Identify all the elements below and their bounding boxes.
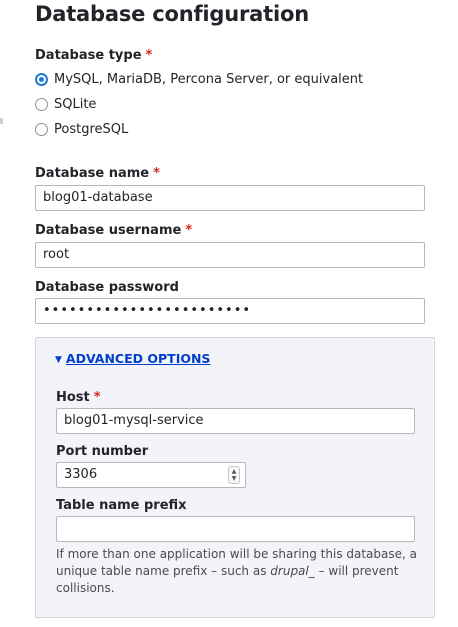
radio-option-sqlite-label: SQLite xyxy=(54,96,97,112)
required-marker: * xyxy=(93,390,101,405)
database-username-input[interactable]: root xyxy=(35,242,425,268)
number-stepper[interactable]: ▲ ▼ xyxy=(228,466,240,484)
radio-button[interactable] xyxy=(35,122,48,136)
left-edge-marker xyxy=(0,118,3,124)
required-marker: * xyxy=(185,223,193,238)
radio-button[interactable] xyxy=(35,97,48,111)
required-marker: * xyxy=(145,48,153,63)
description-example-prefix: drupal_ xyxy=(270,564,315,578)
database-name-label-text: Database name xyxy=(35,166,150,181)
host-label-text: Host xyxy=(56,390,90,405)
database-configuration-page: Database configuration Database type * My… xyxy=(0,0,458,627)
stepper-up-icon[interactable]: ▲ xyxy=(232,468,237,475)
database-name-input[interactable]: blog01-database xyxy=(35,185,425,211)
table-prefix-input[interactable] xyxy=(56,516,415,542)
table-prefix-description: If more than one application will be sha… xyxy=(56,546,422,597)
database-type-label-text: Database type xyxy=(35,48,142,63)
triangle-down-icon: ▼ xyxy=(55,355,62,365)
advanced-options-toggle-label: ADVANCED OPTIONS xyxy=(65,351,211,366)
radio-option-mysql[interactable]: MySQL, MariaDB, Percona Server, or equiv… xyxy=(35,70,363,88)
port-number-input[interactable]: 3306 ▲ ▼ xyxy=(56,462,246,488)
database-username-label-text: Database username xyxy=(35,223,182,238)
host-label: Host * xyxy=(56,390,101,405)
port-number-label: Port number xyxy=(56,444,149,459)
stepper-down-icon[interactable]: ▼ xyxy=(232,475,237,482)
radio-option-mysql-label: MySQL, MariaDB, Percona Server, or equiv… xyxy=(54,71,364,87)
table-prefix-label: Table name prefix xyxy=(56,498,187,513)
database-name-label: Database name * xyxy=(35,166,160,181)
advanced-options-toggle[interactable]: ▼ ADVANCED OPTIONS xyxy=(55,351,210,366)
radio-button-checked[interactable] xyxy=(35,72,48,86)
database-password-label: Database password xyxy=(35,280,179,295)
radio-option-postgresql[interactable]: PostgreSQL xyxy=(35,120,128,138)
radio-option-postgresql-label: PostgreSQL xyxy=(54,121,129,137)
database-type-label: Database type * xyxy=(35,48,152,63)
page-title: Database configuration xyxy=(35,2,309,26)
radio-option-sqlite[interactable]: SQLite xyxy=(35,95,96,113)
port-number-value: 3306 xyxy=(64,467,98,482)
required-marker: * xyxy=(153,166,160,181)
database-username-label: Database username * xyxy=(35,223,192,238)
host-input[interactable]: blog01-mysql-service xyxy=(56,408,415,434)
database-password-input[interactable]: •••••••••••••••••••••••• xyxy=(35,298,425,324)
